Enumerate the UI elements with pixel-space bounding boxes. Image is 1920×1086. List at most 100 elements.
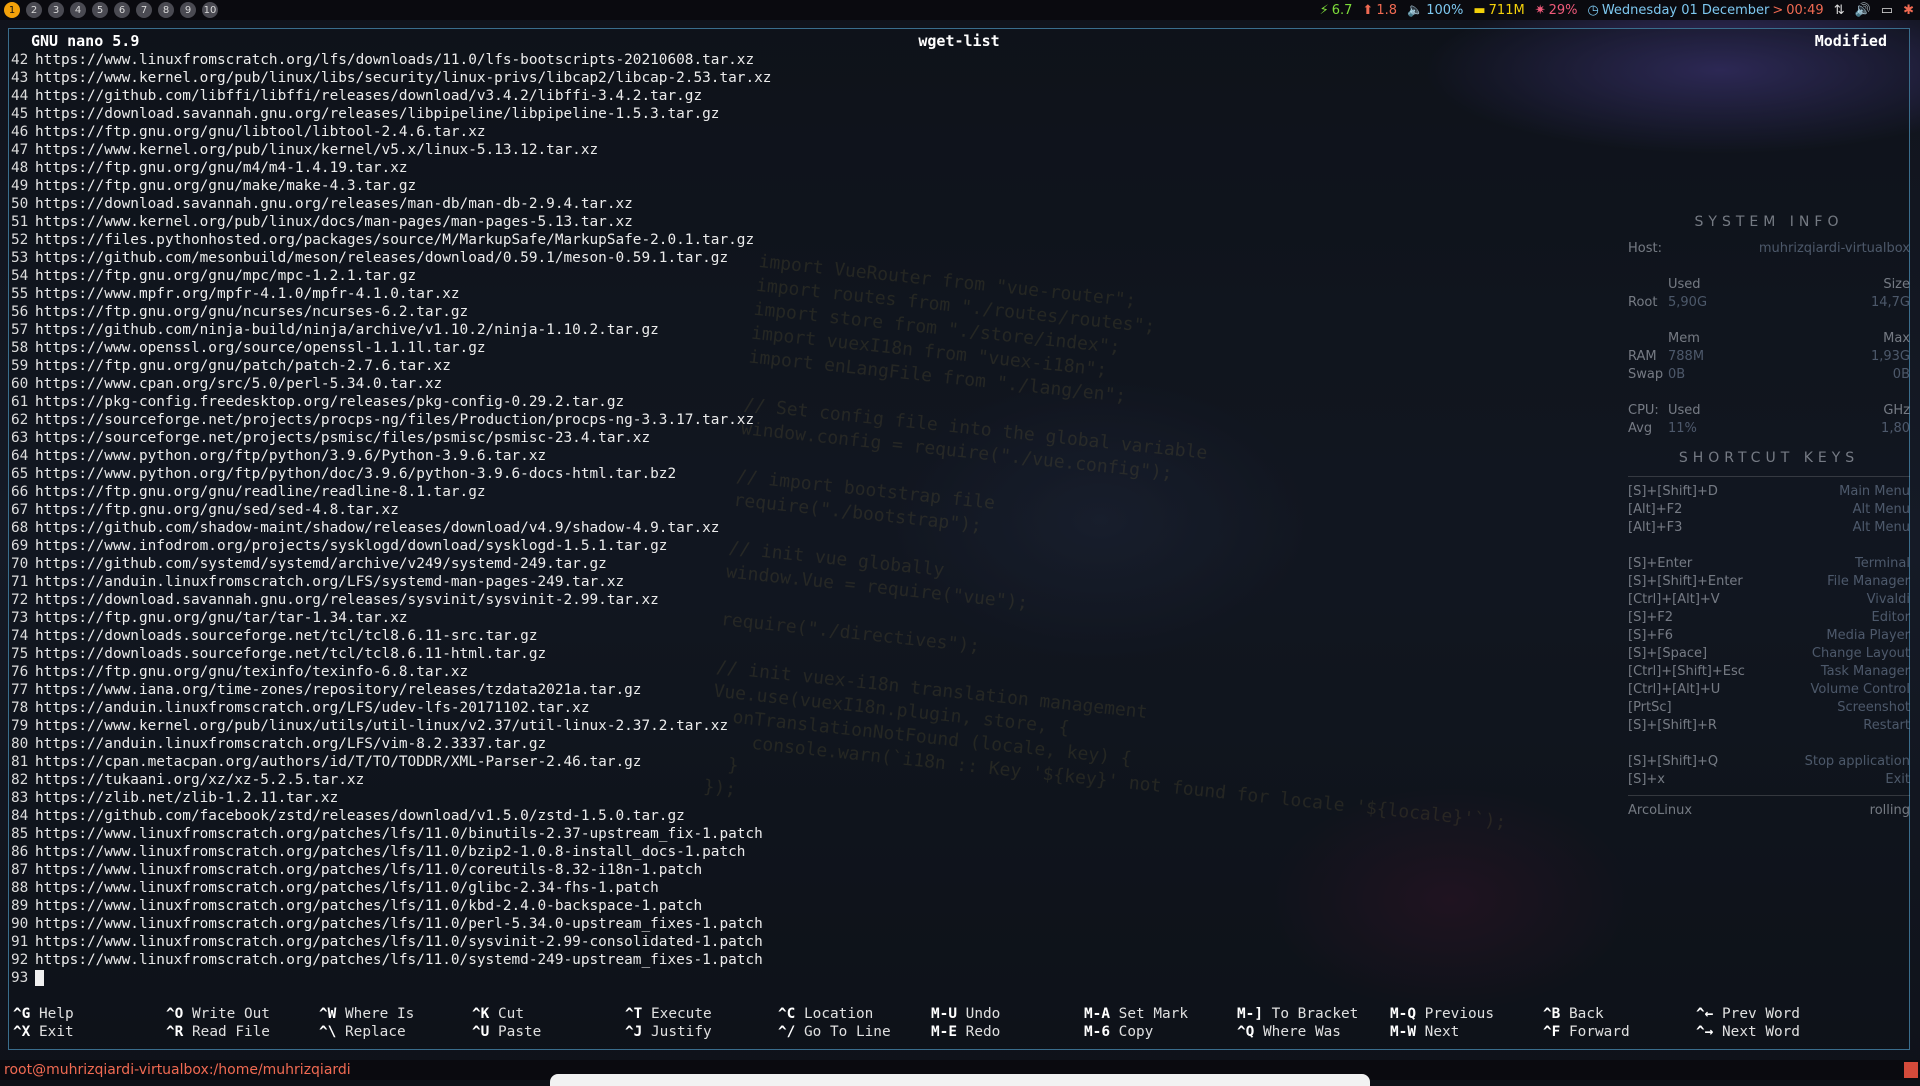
line-text[interactable]: https://cpan.metacpan.org/authors/id/T/T…: [35, 753, 641, 771]
editor-line[interactable]: 53 https://github.com/mesonbuild/meson/re…: [11, 249, 1891, 267]
line-text[interactable]: https://download.savannah.gnu.org/releas…: [35, 105, 719, 123]
line-text[interactable]: https://www.python.org/ftp/python/doc/3.…: [35, 465, 676, 483]
line-text[interactable]: https://anduin.linuxfromscratch.org/LFS/…: [35, 735, 546, 753]
line-text[interactable]: https://ftp.gnu.org/gnu/libtool/libtool-…: [35, 123, 486, 141]
editor-line[interactable]: 58 https://www.openssl.org/source/openssl…: [11, 339, 1891, 357]
line-text[interactable]: https://www.linuxfromscratch.org/patches…: [35, 951, 763, 969]
line-text[interactable]: https://www.infodrom.org/projects/sysklo…: [35, 537, 667, 555]
editor-line[interactable]: 50 https://download.savannah.gnu.org/rele…: [11, 195, 1891, 213]
workspace-button[interactable]: 6: [114, 2, 130, 18]
editor-line[interactable]: 62 https://sourceforge.net/projects/procp…: [11, 411, 1891, 429]
display-icon[interactable]: ▭: [1881, 3, 1893, 18]
line-text[interactable]: https://github.com/facebook/zstd/release…: [35, 807, 685, 825]
line-text[interactable]: https://download.savannah.gnu.org/releas…: [35, 195, 633, 213]
editor-line[interactable]: 90 https://www.linuxfromscratch.org/patch…: [11, 915, 1891, 933]
editor-line[interactable]: 93: [11, 969, 1891, 987]
editor-line[interactable]: 60 https://www.cpan.org/src/5.0/perl-5.34…: [11, 375, 1891, 393]
line-text[interactable]: https://github.com/mesonbuild/meson/rele…: [35, 249, 728, 267]
editor-line[interactable]: 47 https://www.kernel.org/pub/linux/kerne…: [11, 141, 1891, 159]
editor-buffer[interactable]: 42 https://www.linuxfromscratch.org/lfs/d…: [11, 51, 1891, 987]
editor-line[interactable]: 74 https://downloads.sourceforge.net/tcl/…: [11, 627, 1891, 645]
line-text[interactable]: https://ftp.gnu.org/gnu/texinfo/texinfo-…: [35, 663, 468, 681]
workspace-button[interactable]: 10: [202, 2, 218, 18]
taskbar-window-indicator[interactable]: [550, 1074, 1370, 1086]
line-text[interactable]: https://ftp.gnu.org/gnu/readline/readlin…: [35, 483, 486, 501]
line-text[interactable]: https://downloads.sourceforge.net/tcl/tc…: [35, 627, 538, 645]
line-text[interactable]: https://downloads.sourceforge.net/tcl/tc…: [35, 645, 546, 663]
editor-line[interactable]: 77 https://www.iana.org/time-zones/reposi…: [11, 681, 1891, 699]
line-text[interactable]: https://anduin.linuxfromscratch.org/LFS/…: [35, 573, 624, 591]
editor-line[interactable]: 61 https://pkg-config.freedesktop.org/rel…: [11, 393, 1891, 411]
editor-line[interactable]: 69 https://www.infodrom.org/projects/sysk…: [11, 537, 1891, 555]
line-text[interactable]: https://www.mpfr.org/mpfr-4.1.0/mpfr-4.1…: [35, 285, 460, 303]
line-text[interactable]: https://www.linuxfromscratch.org/patches…: [35, 897, 702, 915]
line-text[interactable]: https://github.com/libffi/libffi/release…: [35, 87, 702, 105]
line-text[interactable]: https://ftp.gnu.org/gnu/mpc/mpc-1.2.1.ta…: [35, 267, 416, 285]
editor-line[interactable]: 45 https://download.savannah.gnu.org/rele…: [11, 105, 1891, 123]
editor-line[interactable]: 82 https://tukaani.org/xz/xz-5.2.5.tar.xz: [11, 771, 1891, 789]
line-text[interactable]: https://zlib.net/zlib-1.2.11.tar.xz: [35, 789, 338, 807]
line-text[interactable]: https://ftp.gnu.org/gnu/make/make-4.3.ta…: [35, 177, 416, 195]
editor-line[interactable]: 85 https://www.linuxfromscratch.org/patch…: [11, 825, 1891, 843]
line-text[interactable]: https://www.cpan.org/src/5.0/perl-5.34.0…: [35, 375, 442, 393]
editor-line[interactable]: 48 https://ftp.gnu.org/gnu/m4/m4-1.4.19.t…: [11, 159, 1891, 177]
editor-line[interactable]: 52 https://files.pythonhosted.org/package…: [11, 231, 1891, 249]
line-text[interactable]: https://www.linuxfromscratch.org/patches…: [35, 879, 659, 897]
editor-line[interactable]: 42 https://www.linuxfromscratch.org/lfs/d…: [11, 51, 1891, 69]
line-text[interactable]: https://www.kernel.org/pub/linux/docs/ma…: [35, 213, 633, 231]
editor-line[interactable]: 64 https://www.python.org/ftp/python/3.9.…: [11, 447, 1891, 465]
workspace-button[interactable]: 3: [48, 2, 64, 18]
editor-line[interactable]: 49 https://ftp.gnu.org/gnu/make/make-4.3.…: [11, 177, 1891, 195]
line-text[interactable]: https://ftp.gnu.org/gnu/m4/m4-1.4.19.tar…: [35, 159, 408, 177]
workspace-button[interactable]: 4: [70, 2, 86, 18]
editor-line[interactable]: 79 https://www.kernel.org/pub/linux/utils…: [11, 717, 1891, 735]
editor-line[interactable]: 46 https://ftp.gnu.org/gnu/libtool/libtoo…: [11, 123, 1891, 141]
editor-line[interactable]: 66 https://ftp.gnu.org/gnu/readline/readl…: [11, 483, 1891, 501]
line-text[interactable]: https://ftp.gnu.org/gnu/tar/tar-1.34.tar…: [35, 609, 408, 627]
line-text[interactable]: https://anduin.linuxfromscratch.org/LFS/…: [35, 699, 590, 717]
workspace-button[interactable]: 5: [92, 2, 108, 18]
line-text[interactable]: https://tukaani.org/xz/xz-5.2.5.tar.xz: [35, 771, 364, 789]
clock[interactable]: ◷ Wednesday 01 December > 00:49: [1588, 3, 1824, 18]
terminal-window[interactable]: GNU nano 5.9 wget-list Modified 42 https:…: [8, 28, 1910, 1050]
editor-line[interactable]: 80 https://anduin.linuxfromscratch.org/LF…: [11, 735, 1891, 753]
line-text[interactable]: https://download.savannah.gnu.org/releas…: [35, 591, 659, 609]
line-text[interactable]: https://www.kernel.org/pub/linux/libs/se…: [35, 69, 771, 87]
workspace-button[interactable]: 7: [136, 2, 152, 18]
network-icon[interactable]: ⇅: [1834, 3, 1845, 18]
editor-line[interactable]: 92 https://www.linuxfromscratch.org/patch…: [11, 951, 1891, 969]
editor-line[interactable]: 72 https://download.savannah.gnu.org/rele…: [11, 591, 1891, 609]
editor-line[interactable]: 59 https://ftp.gnu.org/gnu/patch/patch-2.…: [11, 357, 1891, 375]
editor-line[interactable]: 55 https://www.mpfr.org/mpfr-4.1.0/mpfr-4…: [11, 285, 1891, 303]
workspace-button[interactable]: 8: [158, 2, 174, 18]
editor-line[interactable]: 76 https://ftp.gnu.org/gnu/texinfo/texinf…: [11, 663, 1891, 681]
line-text[interactable]: https://github.com/systemd/systemd/archi…: [35, 555, 607, 573]
editor-line[interactable]: 83 https://zlib.net/zlib-1.2.11.tar.xz: [11, 789, 1891, 807]
workspace-button[interactable]: 2: [26, 2, 42, 18]
line-text[interactable]: https://www.linuxfromscratch.org/patches…: [35, 933, 763, 951]
line-text[interactable]: https://www.linuxfromscratch.org/lfs/dow…: [35, 51, 754, 69]
editor-line[interactable]: 89 https://www.linuxfromscratch.org/patch…: [11, 897, 1891, 915]
line-text[interactable]: https://pkg-config.freedesktop.org/relea…: [35, 393, 624, 411]
editor-line[interactable]: 84 https://github.com/facebook/zstd/relea…: [11, 807, 1891, 825]
line-text[interactable]: https://ftp.gnu.org/gnu/sed/sed-4.8.tar.…: [35, 501, 399, 519]
editor-line[interactable]: 91 https://www.linuxfromscratch.org/patch…: [11, 933, 1891, 951]
editor-line[interactable]: 75 https://downloads.sourceforge.net/tcl/…: [11, 645, 1891, 663]
editor-line[interactable]: 43 https://www.kernel.org/pub/linux/libs/…: [11, 69, 1891, 87]
line-text[interactable]: https://www.kernel.org/pub/linux/utils/u…: [35, 717, 728, 735]
tray-corner-icon[interactable]: [1904, 1062, 1918, 1078]
editor-line[interactable]: 57 https://github.com/ninja-build/ninja/a…: [11, 321, 1891, 339]
editor-line[interactable]: 67 https://ftp.gnu.org/gnu/sed/sed-4.8.ta…: [11, 501, 1891, 519]
editor-line[interactable]: 51 https://www.kernel.org/pub/linux/docs/…: [11, 213, 1891, 231]
editor-line[interactable]: 73 https://ftp.gnu.org/gnu/tar/tar-1.34.t…: [11, 609, 1891, 627]
editor-line[interactable]: 88 https://www.linuxfromscratch.org/patch…: [11, 879, 1891, 897]
editor-line[interactable]: 63 https://sourceforge.net/projects/psmis…: [11, 429, 1891, 447]
line-text[interactable]: https://www.openssl.org/source/openssl-1…: [35, 339, 486, 357]
editor-line[interactable]: 54 https://ftp.gnu.org/gnu/mpc/mpc-1.2.1.…: [11, 267, 1891, 285]
speaker-tray-icon[interactable]: 🔊: [1855, 3, 1871, 18]
power-icon[interactable]: ✱: [1903, 3, 1914, 18]
volume-indicator[interactable]: 🔈 100%: [1407, 3, 1463, 18]
editor-line[interactable]: 44 https://github.com/libffi/libffi/relea…: [11, 87, 1891, 105]
editor-line[interactable]: 68 https://github.com/shadow-maint/shadow…: [11, 519, 1891, 537]
editor-line[interactable]: 71 https://anduin.linuxfromscratch.org/LF…: [11, 573, 1891, 591]
